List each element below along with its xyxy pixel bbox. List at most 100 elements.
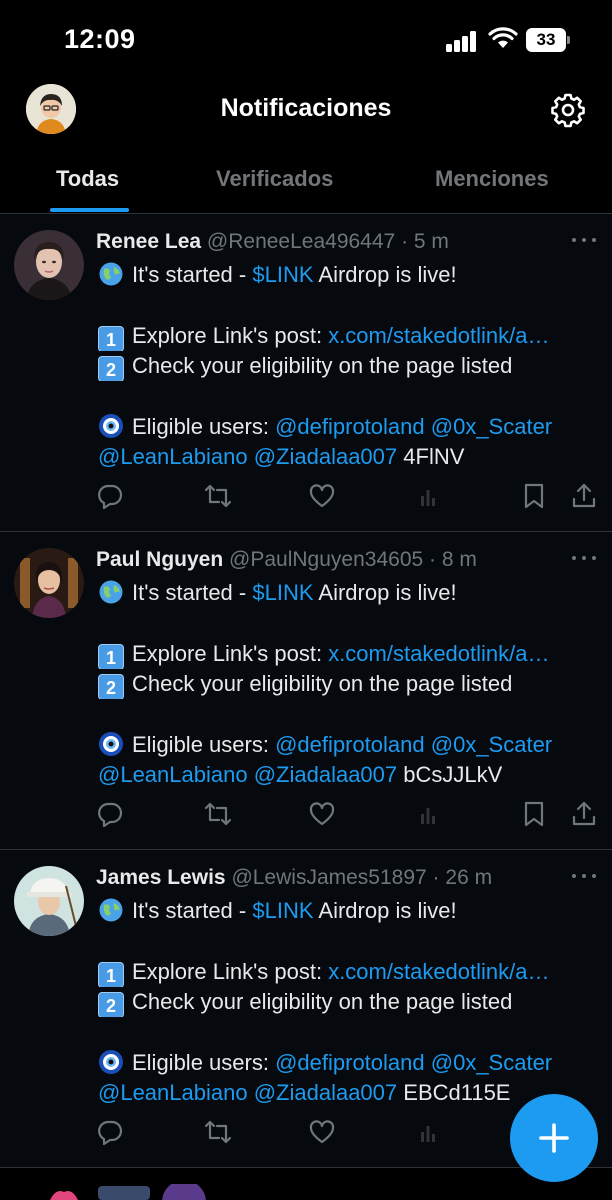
mention-link[interactable]: @LeanLabiano xyxy=(98,444,248,469)
author-handle[interactable]: @ReneeLea496447 xyxy=(207,230,395,253)
globe-emoji xyxy=(99,262,123,286)
step2-text: Check your eligibility on the page liste… xyxy=(132,989,513,1014)
cashtag-link[interactable]: $LINK xyxy=(252,580,313,605)
post-card[interactable]: Paul Nguyen @PaulNguyen34605 · 8 m It's … xyxy=(0,532,612,850)
avatar[interactable] xyxy=(14,866,84,936)
author-name[interactable]: James Lewis xyxy=(96,866,226,889)
mention-link[interactable]: @defiprotoland xyxy=(275,732,425,757)
status-time: 12:09 xyxy=(64,24,136,54)
cashtag-link[interactable]: $LINK xyxy=(252,898,313,923)
views-icon[interactable] xyxy=(414,482,442,510)
post-code: EBCd115E xyxy=(403,1080,511,1105)
app-header: Notificaciones xyxy=(0,80,612,144)
post-time: 8 m xyxy=(441,548,477,571)
step1-text: Explore Link's post: xyxy=(132,641,329,666)
more-options-icon[interactable] xyxy=(572,238,598,244)
cashtag-link[interactable]: $LINK xyxy=(252,262,313,287)
repost-icon[interactable] xyxy=(204,1118,232,1146)
like-icon[interactable] xyxy=(308,1118,336,1146)
like-icon[interactable] xyxy=(308,800,336,828)
nazar-amulet-emoji xyxy=(99,414,123,438)
keycap-2-emoji: 2 xyxy=(98,992,124,1017)
more-options-icon[interactable] xyxy=(572,556,598,562)
author-name[interactable]: Paul Nguyen xyxy=(96,548,223,571)
nazar-amulet-emoji xyxy=(99,732,123,756)
views-icon[interactable] xyxy=(414,800,442,828)
post-url-link[interactable]: x.com/stakedotlink/a… xyxy=(328,323,549,348)
mention-link[interactable]: @LeanLabiano xyxy=(98,762,248,787)
announcement-text: It's started - xyxy=(132,262,253,287)
bookmark-icon[interactable] xyxy=(520,800,548,828)
post-actions xyxy=(96,800,606,830)
battery-icon: 33 xyxy=(526,28,570,52)
eligible-label: Eligible users: xyxy=(132,1050,276,1075)
author-name[interactable]: Renee Lea xyxy=(96,230,201,253)
mention-link[interactable]: @defiprotoland xyxy=(275,414,425,439)
announcement-suffix: Airdrop is live! xyxy=(313,262,457,287)
post-header: Renee Lea @ReneeLea496447 · 5 m xyxy=(96,230,566,260)
avatar[interactable] xyxy=(14,548,84,618)
compose-plus-icon xyxy=(539,1123,569,1153)
mention-link[interactable]: @defiprotoland xyxy=(275,1050,425,1075)
mention-link[interactable]: @LeanLabiano xyxy=(98,1080,248,1105)
repost-icon[interactable] xyxy=(204,800,232,828)
mention-link[interactable]: @0x_Scater xyxy=(431,732,552,757)
share-icon[interactable] xyxy=(570,800,598,828)
eligible-label: Eligible users: xyxy=(132,414,276,439)
post-header: James Lewis @LewisJames51897 · 26 m xyxy=(96,866,566,896)
tab-verificados[interactable]: Verificados xyxy=(216,166,333,192)
keycap-1-emoji: 1 xyxy=(98,644,124,669)
post-actions xyxy=(96,482,606,512)
reply-icon[interactable] xyxy=(96,800,124,828)
notifications-feed: Renee Lea @ReneeLea496447 · 5 m It's sta… xyxy=(0,214,612,1168)
eligible-label: Eligible users: xyxy=(132,732,276,757)
mention-link[interactable]: @Ziadalaa007 xyxy=(254,444,397,469)
announcement-suffix: Airdrop is live! xyxy=(313,898,457,923)
announcement-suffix: Airdrop is live! xyxy=(313,580,457,605)
status-bar: 12:09 33 xyxy=(0,0,612,80)
reply-icon[interactable] xyxy=(96,482,124,510)
keycap-2-emoji: 2 xyxy=(98,674,124,699)
step1-text: Explore Link's post: xyxy=(132,959,329,984)
author-handle[interactable]: @PaulNguyen34605 xyxy=(229,548,423,571)
wifi-icon xyxy=(488,27,518,48)
more-options-icon[interactable] xyxy=(572,874,598,880)
bottom-nav-peek xyxy=(0,1180,612,1200)
post-code: bCsJJLkV xyxy=(403,762,503,787)
step1-text: Explore Link's post: xyxy=(132,323,329,348)
share-icon[interactable] xyxy=(570,482,598,510)
like-icon[interactable] xyxy=(308,482,336,510)
post-time: 26 m xyxy=(445,866,493,889)
avatar[interactable] xyxy=(14,230,84,300)
step2-text: Check your eligibility on the page liste… xyxy=(132,353,513,378)
author-handle[interactable]: @LewisJames51897 xyxy=(231,866,426,889)
settings-gear-icon[interactable] xyxy=(550,92,586,128)
keycap-2-emoji: 2 xyxy=(98,356,124,381)
notification-tabs: Todas Verificados Menciones xyxy=(0,144,612,214)
tab-menciones[interactable]: Menciones xyxy=(435,166,549,192)
battery-level: 33 xyxy=(526,28,566,52)
nazar-amulet-emoji xyxy=(99,1050,123,1074)
post-url-link[interactable]: x.com/stakedotlink/a… xyxy=(328,641,549,666)
active-tab-indicator xyxy=(50,208,129,212)
mention-link[interactable]: @0x_Scater xyxy=(431,414,552,439)
reply-icon[interactable] xyxy=(96,1118,124,1146)
post-text: It's started - $LINK Airdrop is live! 1E… xyxy=(98,260,598,472)
bookmark-icon[interactable] xyxy=(520,482,548,510)
post-card[interactable]: Renee Lea @ReneeLea496447 · 5 m It's sta… xyxy=(0,214,612,532)
separator-dot: · xyxy=(429,548,437,571)
views-icon[interactable] xyxy=(414,1118,442,1146)
mention-link[interactable]: @0x_Scater xyxy=(431,1050,552,1075)
post-url-link[interactable]: x.com/stakedotlink/a… xyxy=(328,959,549,984)
separator-dot: · xyxy=(432,866,440,889)
mention-link[interactable]: @Ziadalaa007 xyxy=(254,762,397,787)
announcement-text: It's started - xyxy=(132,898,253,923)
globe-emoji xyxy=(99,580,123,604)
signal-icon xyxy=(446,30,478,52)
mention-link[interactable]: @Ziadalaa007 xyxy=(254,1080,397,1105)
keycap-1-emoji: 1 xyxy=(98,326,124,351)
compose-button[interactable] xyxy=(510,1094,598,1182)
tab-todas[interactable]: Todas xyxy=(56,166,119,192)
keycap-1-emoji: 1 xyxy=(98,962,124,987)
repost-icon[interactable] xyxy=(204,482,232,510)
